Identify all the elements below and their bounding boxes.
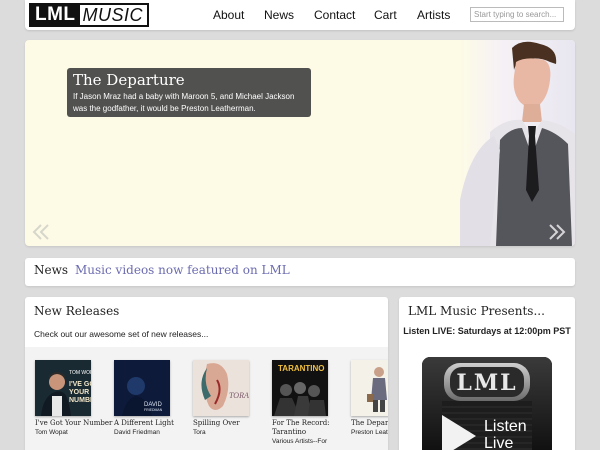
album-artist: Tom Wopat (35, 429, 68, 436)
logo-music: MUSIC (82, 5, 144, 25)
svg-text:FRIEDMAN: FRIEDMAN (144, 408, 163, 412)
news-headline-link[interactable]: Music videos now featured on LML (75, 263, 290, 277)
nav-about[interactable]: About (213, 8, 244, 22)
svg-text:I'VE GOT: I'VE GOT (69, 381, 91, 388)
album-cover[interactable]: TOM WOPAT I'VE GOT YOUR NUMBER (35, 360, 91, 416)
album-title[interactable]: Spilling Over (193, 419, 268, 428)
album-title[interactable]: The Departure (351, 419, 388, 428)
album-title[interactable]: I've Got Your Number (35, 419, 112, 428)
hero-caption: The Departure If Jason Mraz had a baby w… (67, 68, 311, 117)
album-cover[interactable]: DAVID FRIEDMAN (114, 360, 170, 416)
nav-contact[interactable]: Contact (314, 8, 355, 22)
album-item[interactable]: TORA Spilling Over Tora (193, 360, 268, 437)
hero-artist-photo (460, 40, 575, 246)
album-item[interactable]: TOM WOPAT I'VE GOT YOUR NUMBER I've Got … (35, 360, 112, 437)
album-item[interactable]: TARANTINO For The Record: Tarantino Vari… (272, 360, 347, 446)
listen-live-label: Listen Live (484, 418, 527, 450)
svg-text:TOM WOPAT: TOM WOPAT (69, 370, 91, 376)
site-logo[interactable]: LML MUSIC (29, 3, 150, 27)
album-title[interactable]: A Different Light (114, 419, 189, 428)
nav-cart[interactable]: Cart (374, 8, 397, 22)
site-header: LML MUSIC About News Contact Cart Artist… (25, 0, 575, 30)
news-bar: News Music videos now featured on LML (25, 258, 575, 286)
album-artist: Tora (193, 429, 206, 436)
svg-text:TORA: TORA (229, 391, 249, 400)
album-title[interactable]: For The Record: Tarantino (272, 419, 340, 437)
hero-text: If Jason Mraz had a baby with Maroon 5, … (73, 92, 295, 113)
album-cover[interactable]: TARANTINO (272, 360, 328, 416)
hero-slider: The Departure If Jason Mraz had a baby w… (25, 40, 575, 246)
presents-panel: LML Music Presents... Listen LIVE: Satur… (399, 297, 575, 450)
album-artist: Various Artists--For The Record: Taranti… (272, 438, 328, 445)
svg-text:NUMBER: NUMBER (69, 397, 91, 404)
nav-artists[interactable]: Artists (417, 8, 450, 22)
presents-title: LML Music Presents... (408, 304, 545, 318)
album-item[interactable]: The Departure Preston Leatherman (351, 360, 388, 437)
chevron-double-left-icon[interactable] (31, 222, 51, 242)
hero-title: The Departure (73, 71, 185, 89)
new-releases-title: New Releases (34, 304, 120, 318)
search-input[interactable] (470, 7, 564, 22)
radio-logo: LML (456, 370, 518, 396)
news-label: News (34, 263, 69, 277)
listen-live-schedule: Listen LIVE: Saturdays at 12:00pm PST (403, 326, 571, 336)
nav-news[interactable]: News (264, 8, 294, 22)
album-cover[interactable]: TORA (193, 360, 249, 416)
album-artist: Preston Leatherman (351, 429, 388, 436)
album-artist: David Friedman (114, 429, 160, 436)
chevron-double-right-icon[interactable] (547, 222, 567, 242)
logo-lml: LML (31, 5, 80, 25)
svg-text:YOUR: YOUR (69, 389, 89, 396)
svg-text:TARANTINO: TARANTINO (278, 364, 325, 373)
new-releases-subtitle: Check out our awesome set of new release… (34, 329, 209, 339)
listen-live-button[interactable]: LML Listen Live (422, 357, 552, 450)
album-item[interactable]: DAVID FRIEDMAN A Different Light David F… (114, 360, 189, 437)
new-releases-panel: New Releases Check out our awesome set o… (25, 297, 388, 450)
album-cover[interactable] (351, 360, 388, 416)
